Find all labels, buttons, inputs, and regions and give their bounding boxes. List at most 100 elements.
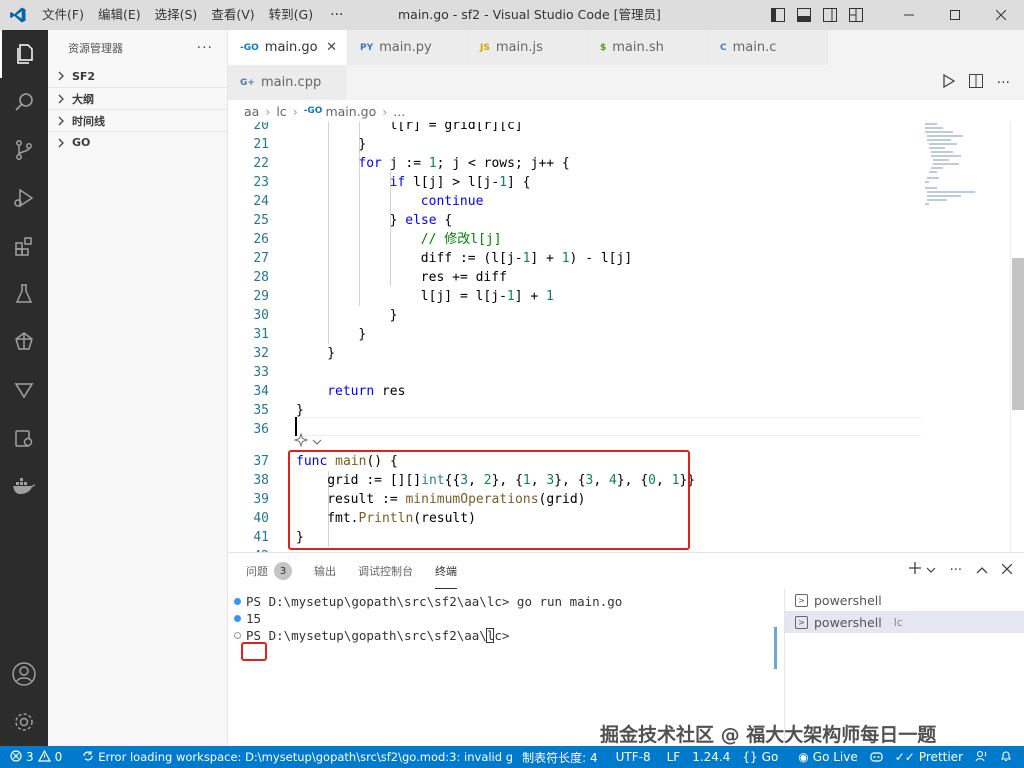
tab-main-go[interactable]: -GO main.go ✕ <box>228 30 348 65</box>
breadcrumb-lc[interactable]: lc <box>276 104 286 119</box>
terminal-scrollbar[interactable] <box>774 627 777 669</box>
prettier-status[interactable]: ✓✓ Prettier <box>889 746 969 768</box>
code-text: diff := (l[j-1] + 1) - l[j] <box>420 251 633 266</box>
manage-gear-icon[interactable] <box>0 698 48 746</box>
problems-badge: 3 <box>274 562 292 580</box>
maximize-button[interactable] <box>932 0 978 30</box>
menu-item[interactable]: 编辑(E) <box>91 0 148 30</box>
sidebar-section[interactable]: GO <box>48 131 227 153</box>
toggle-panel-icon[interactable] <box>796 7 812 23</box>
minimize-button[interactable] <box>886 0 932 30</box>
panel-tab[interactable]: 调试控制台 <box>358 553 413 589</box>
sidebar-section[interactable]: SF2 <box>48 65 227 87</box>
panel-tab[interactable]: 终端 <box>435 553 457 589</box>
close-panel-icon[interactable] <box>1001 563 1013 578</box>
command-decoration-icon[interactable] <box>234 598 241 605</box>
tab-main-js[interactable]: JS main.js <box>468 30 588 65</box>
workspace-error-status[interactable]: Error loading workspace: D:\mysetup\gopa… <box>76 746 519 768</box>
tab-main-py[interactable]: PY main.py <box>348 30 468 65</box>
go-version-status[interactable]: 1.24.4 <box>686 746 736 768</box>
accounts-status[interactable] <box>969 746 994 768</box>
command-decoration-icon[interactable] <box>234 632 241 639</box>
container-settings-icon[interactable] <box>0 414 48 462</box>
toggle-secondary-sidebar-icon[interactable] <box>822 7 838 23</box>
more-actions-icon[interactable]: ··· <box>997 75 1010 91</box>
toggle-sidebar-icon[interactable] <box>770 7 786 23</box>
menu-item[interactable]: 查看(V) <box>204 0 261 30</box>
customize-layout-icon[interactable] <box>848 7 864 23</box>
chevron-right-icon <box>54 92 68 106</box>
menu-item[interactable]: 转到(G) <box>262 0 320 30</box>
code-text: } <box>358 137 367 152</box>
panel-more-icon[interactable]: ··· <box>950 563 962 578</box>
new-terminal-icon[interactable] <box>908 561 922 579</box>
line-number: 38 <box>253 473 269 488</box>
code-line: 26 // 修改l[j] <box>228 230 928 249</box>
menu-item[interactable]: 文件(F) <box>35 0 91 30</box>
panel-tab[interactable]: 输出 <box>314 553 336 589</box>
line-number: 34 <box>253 384 269 399</box>
minimap[interactable] <box>923 122 983 212</box>
breadcrumb-aa[interactable]: aa <box>244 104 259 119</box>
source-control-icon[interactable] <box>0 126 48 174</box>
extensions-icon[interactable] <box>0 222 48 270</box>
notifications-status[interactable] <box>994 746 1018 768</box>
code-text: res += diff <box>420 270 507 285</box>
live-server-status[interactable]: ◉ Go Live <box>792 746 863 768</box>
eol-status[interactable]: LF <box>661 746 687 768</box>
line-number: 26 <box>253 232 269 247</box>
copilot-status[interactable] <box>864 746 889 768</box>
bell-icon <box>1000 750 1012 765</box>
command-decoration-icon[interactable] <box>234 615 241 622</box>
maximize-panel-icon[interactable] <box>976 563 988 578</box>
close-window-button[interactable] <box>978 0 1024 30</box>
sidebar-more-button[interactable]: ··· <box>197 40 213 56</box>
sidebar-section-label: 时间线 <box>72 114 105 128</box>
language-status[interactable]: {} Go <box>736 746 784 768</box>
double-check-icon: ✓✓ <box>894 750 915 764</box>
sparkle-icon[interactable] <box>293 432 309 451</box>
explorer-icon[interactable] <box>0 30 48 78</box>
run-debug-icon[interactable] <box>0 174 48 222</box>
vscode-logo-icon[interactable] <box>0 0 35 30</box>
run-file-icon[interactable] <box>942 73 955 92</box>
inline-chat-hint[interactable] <box>293 432 322 451</box>
docker-icon[interactable] <box>0 462 48 510</box>
terminal-dropdown-icon[interactable] <box>926 563 936 578</box>
menu-item[interactable]: 选择(S) <box>148 0 205 30</box>
main-function-highlight <box>288 450 690 550</box>
close-tab-icon[interactable]: ✕ <box>326 40 337 55</box>
terminal-instance[interactable]: > powershell lc <box>785 611 1024 633</box>
window-title: main.go - sf2 - Visual Studio Code [管理员] <box>398 7 661 22</box>
chevron-down-icon[interactable] <box>312 435 322 450</box>
panel-tabs: 问题 3 输出 调试控制台 终端 <box>228 553 457 589</box>
code-line: 28 res += diff <box>228 268 928 287</box>
editor-scrollbar[interactable] <box>1012 258 1024 410</box>
tab-main-sh[interactable]: $ main.sh <box>588 30 708 65</box>
sidebar-section[interactable]: 时间线 <box>48 109 227 131</box>
breadcrumb-file[interactable]: main.go <box>325 104 376 119</box>
account-icon[interactable] <box>0 650 48 698</box>
panel-tab[interactable]: 问题 3 <box>246 553 292 589</box>
terminal-instance[interactable]: > powershell <box>785 589 1024 611</box>
search-icon[interactable] <box>0 78 48 126</box>
terminal-icon: > <box>795 593 808 607</box>
problems-status[interactable]: 3 0 <box>0 746 68 768</box>
remote-explorer-icon[interactable] <box>0 318 48 366</box>
tab-main-c[interactable]: Cmain.c <box>708 30 828 65</box>
tab-size-status[interactable]: 制表符长度: 4 <box>516 746 604 768</box>
error-count: 3 <box>26 750 34 764</box>
line-number: 39 <box>253 492 269 507</box>
sidebar-section[interactable]: 大纲 <box>48 87 227 109</box>
gitlens-icon[interactable] <box>0 366 48 414</box>
menu-more-button[interactable]: ··· <box>320 7 353 23</box>
tab-main-cpp[interactable]: G+ main.cpp <box>228 65 346 100</box>
encoding-status[interactable]: UTF-8 <box>610 746 657 768</box>
split-editor-icon[interactable] <box>968 73 983 92</box>
line-number: 33 <box>253 365 269 380</box>
chevron-right-icon <box>54 114 68 128</box>
testing-flask-icon[interactable] <box>0 270 48 318</box>
breadcrumb-tail[interactable]: ... <box>393 104 405 119</box>
code-editor[interactable]: 20 l[r] = grid[r][c] 21} 22 for j := 1; j < … <box>228 122 1024 552</box>
activity-bar <box>0 30 48 746</box>
